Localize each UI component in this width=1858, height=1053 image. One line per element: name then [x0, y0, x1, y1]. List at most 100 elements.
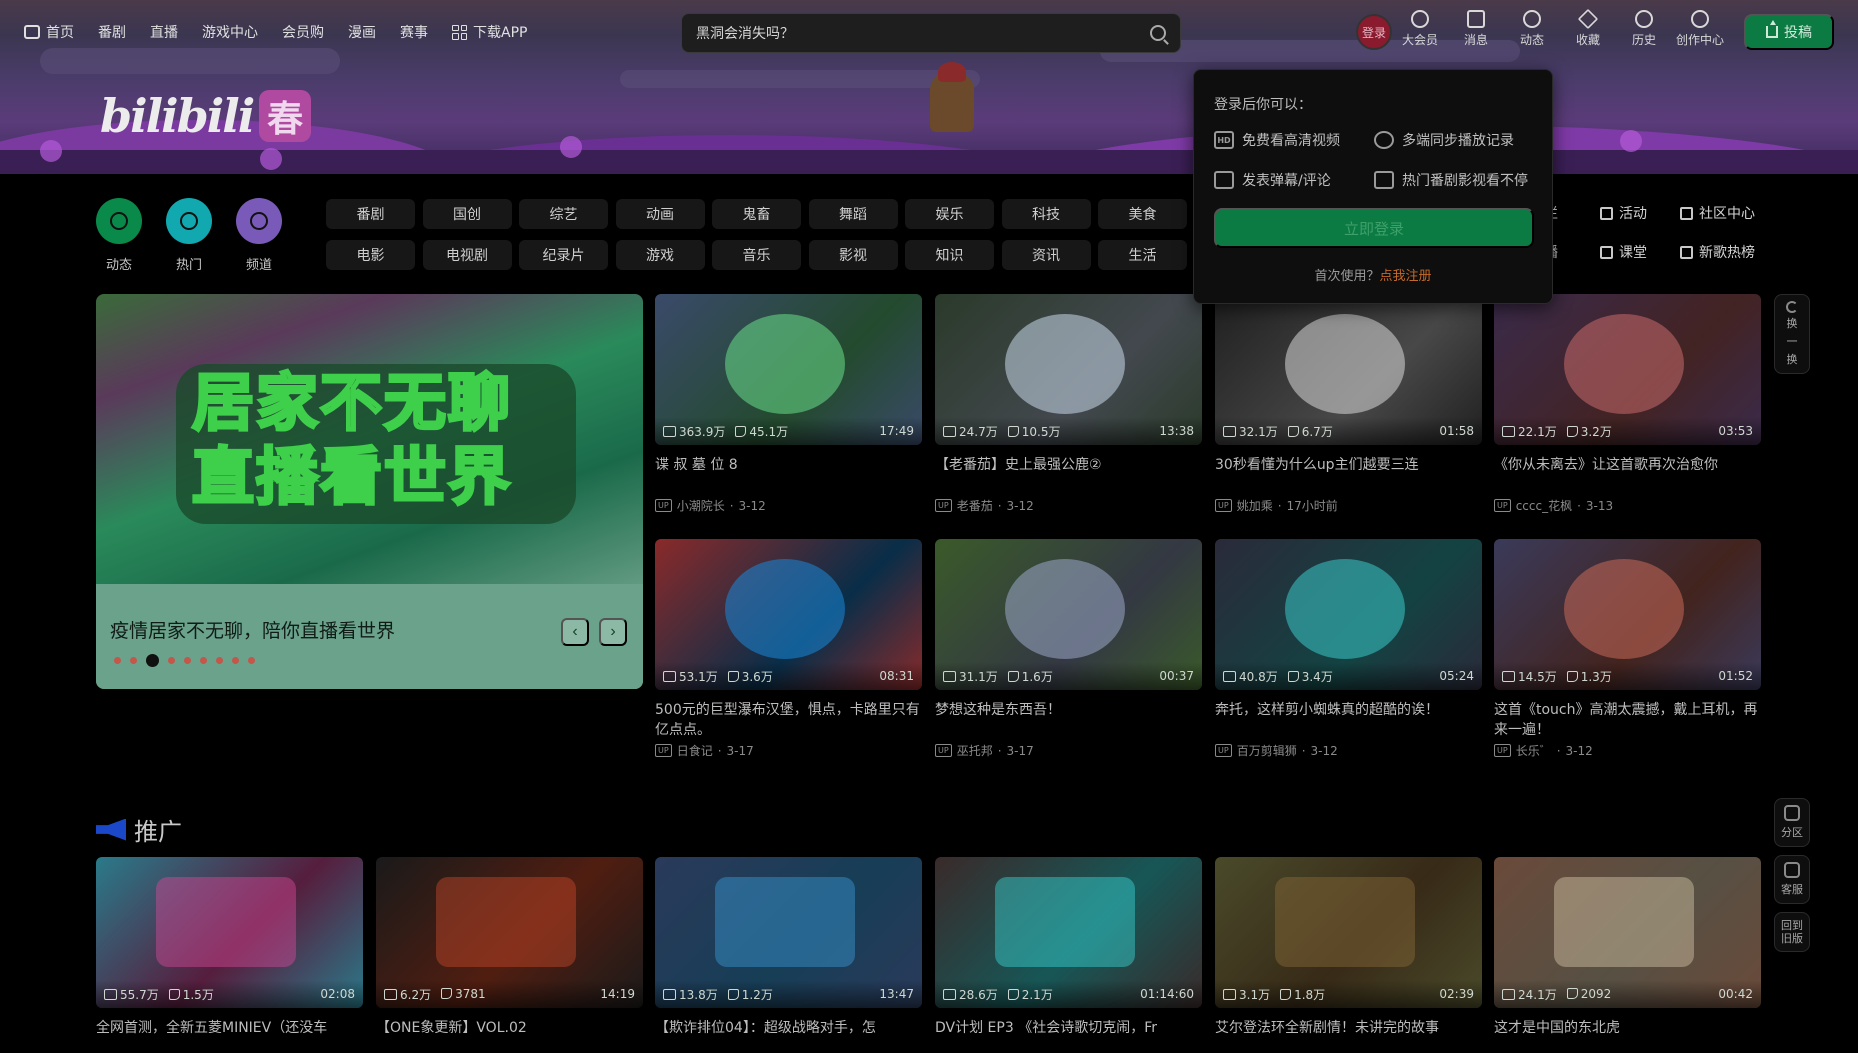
chip-category[interactable]: 番剧	[326, 199, 415, 229]
carousel-next-button[interactable]: ›	[599, 618, 627, 646]
video-card[interactable]: 363.9万 45.1万 17:49 谍 叔 墓 位 8 UP 小潮院长 · 3-12	[655, 294, 922, 514]
video-uploader[interactable]: UP 百万剪辑狮 · 3-12	[1215, 742, 1482, 759]
bilibili-logo[interactable]: bilibili 春	[100, 88, 312, 144]
quick-dynamic[interactable]: 动态	[96, 198, 142, 273]
video-title[interactable]: 谍 叔 墓 位 8	[655, 455, 922, 495]
carousel-dot[interactable]	[184, 657, 191, 664]
chip-category[interactable]: 美食	[1098, 199, 1187, 229]
video-thumbnail[interactable]: 24.7万 10.5万 13:38	[935, 294, 1202, 445]
refresh-button[interactable]: 换 一 换	[1774, 294, 1810, 374]
video-title[interactable]: 奔托，这样剪小蜘蛛真的超酷的诶！	[1215, 700, 1482, 740]
quick-hot[interactable]: 热门	[166, 198, 212, 273]
carousel-dot[interactable]	[146, 654, 159, 667]
video-title[interactable]: 500元的巨型瀑布汉堡，惧点，卡路里只有亿点点。	[655, 700, 922, 740]
chip-category[interactable]: 电视剧	[422, 240, 512, 270]
video-title[interactable]: 全网首测，全新五菱MINIEV（还没车	[96, 1018, 363, 1038]
carousel-dot[interactable]	[114, 657, 121, 664]
nav-vip[interactable]: 大会员	[1400, 10, 1440, 48]
link-activity[interactable]: 活动	[1600, 203, 1680, 223]
search-icon[interactable]	[1150, 25, 1166, 41]
link-hot-songs[interactable]: 新歌热榜	[1680, 242, 1790, 262]
chip-category[interactable]: 生活	[1098, 240, 1187, 270]
video-card[interactable]: 6.2万 3781 14:19 【ONE象更新】VOL.02	[376, 857, 643, 1038]
search-input[interactable]	[696, 23, 1126, 45]
video-title[interactable]: 30秒看懂为什么up主们越要三连	[1215, 455, 1482, 495]
video-thumbnail[interactable]: 14.5万 1.3万 01:52	[1494, 539, 1761, 690]
chip-category[interactable]: 影视	[808, 240, 898, 270]
video-uploader[interactable]: UP 老番茄 · 3-12	[935, 497, 1202, 514]
nav-messages[interactable]: 消息	[1456, 10, 1496, 48]
video-card[interactable]: 55.7万 1.5万 02:08 全网首测，全新五菱MINIEV（还没车	[96, 857, 363, 1038]
old-version-button[interactable]: 回到旧版	[1774, 912, 1810, 952]
video-card[interactable]: 24.7万 10.5万 13:38 【老番茄】史上最强公鹿② UP 老番茄 · 3-1…	[935, 294, 1202, 514]
video-card[interactable]: 3.1万 1.8万 02:39 艾尔登法环全新剧情！未讲完的故事	[1215, 857, 1482, 1038]
nav-dynamic[interactable]: 动态	[1512, 10, 1552, 48]
carousel-dot[interactable]	[232, 657, 239, 664]
video-card[interactable]: 28.6万 2.1万 01:14:60 DV计划 EP3 《社会诗歌切克闹，Fr	[935, 857, 1202, 1038]
nav-download-app[interactable]: 下载APP	[452, 22, 527, 42]
chip-category[interactable]: 娱乐	[905, 199, 994, 229]
video-title[interactable]: 这才是中国的东北虎	[1494, 1018, 1761, 1038]
video-card[interactable]: 53.1万 3.6万 08:31 500元的巨型瀑布汉堡，惧点，卡路里只有亿点点…	[655, 539, 922, 759]
carousel-dot[interactable]	[248, 657, 255, 664]
video-thumbnail[interactable]: 31.1万 1.6万 00:37	[935, 539, 1202, 690]
chip-category[interactable]: 电影	[326, 240, 415, 270]
chip-category[interactable]: 科技	[1001, 199, 1091, 229]
video-thumbnail[interactable]: 3.1万 1.8万 02:39	[1215, 857, 1482, 1008]
video-title[interactable]: 梦想这种是东西吾！	[935, 700, 1202, 740]
video-title[interactable]: 《你从未离去》让这首歌再次治愈你	[1494, 455, 1761, 495]
register-link[interactable]: 点我注册	[1380, 269, 1432, 284]
video-card[interactable]: 14.5万 1.3万 01:52 这首《touch》高潮太震撼，戴上耳机，再来一…	[1494, 539, 1761, 759]
nav-history[interactable]: 历史	[1624, 10, 1664, 48]
video-uploader[interactable]: UP 姚加乘 · 17小时前	[1215, 497, 1482, 514]
video-uploader[interactable]: UP 长乐゛ · 3-12	[1494, 742, 1761, 759]
carousel-caption[interactable]: 疫情居家不无聊，陪你直播看世界	[110, 616, 395, 643]
nav-favorites[interactable]: 收藏	[1568, 8, 1608, 48]
video-uploader[interactable]: UP cccc_花枫 · 3-13	[1494, 497, 1761, 514]
video-card[interactable]: 24.1万 2092 00:42 这才是中国的东北虎	[1494, 857, 1761, 1038]
video-uploader[interactable]: UP 小潮院长 · 3-12	[655, 497, 922, 514]
nav-creator-center[interactable]: 创作中心	[1676, 10, 1724, 48]
chip-category[interactable]: 动画	[615, 199, 705, 229]
video-title[interactable]: 【老番茄】史上最强公鹿②	[935, 455, 1202, 495]
hero-carousel[interactable]: 居家不无聊 直播看世界 疫情居家不无聊，陪你直播看世界 ‹ ›	[96, 294, 643, 689]
chip-category[interactable]: 鬼畜	[712, 199, 801, 229]
video-title[interactable]: 【ONE象更新】VOL.02	[376, 1018, 643, 1038]
video-card[interactable]: 13.8万 1.2万 13:47 【欺诈排位04】：超级战略对手，怎	[655, 857, 922, 1038]
chip-category[interactable]: 资讯	[1001, 240, 1091, 270]
nav-manga[interactable]: 漫画	[348, 22, 376, 42]
chip-category[interactable]: 舞蹈	[808, 199, 898, 229]
carousel-dot[interactable]	[168, 657, 175, 664]
upload-button[interactable]: 投稿	[1744, 14, 1834, 50]
video-thumbnail[interactable]: 32.1万 6.7万 01:58	[1215, 294, 1482, 445]
chip-category[interactable]: 纪录片	[519, 240, 608, 270]
link-community[interactable]: 社区中心	[1680, 203, 1790, 223]
video-title[interactable]: DV计划 EP3 《社会诗歌切克闹，Fr	[935, 1018, 1202, 1038]
video-thumbnail[interactable]: 22.1万 3.2万 03:53	[1494, 294, 1761, 445]
carousel-dot[interactable]	[200, 657, 207, 664]
video-uploader[interactable]: UP 巫托邦 · 3-17	[935, 742, 1202, 759]
nav-live[interactable]: 直播	[150, 22, 178, 42]
nav-home[interactable]: 首页	[24, 22, 74, 42]
carousel-dot[interactable]	[216, 657, 223, 664]
video-title[interactable]: 这首《touch》高潮太震撼，戴上耳机，再来一遍！	[1494, 700, 1761, 740]
zone-button[interactable]: 分区	[1774, 798, 1810, 847]
video-thumbnail[interactable]: 24.1万 2092 00:42	[1494, 857, 1761, 1008]
video-thumbnail[interactable]: 363.9万 45.1万 17:49	[655, 294, 922, 445]
carousel-prev-button[interactable]: ‹	[561, 618, 589, 646]
chip-category[interactable]: 音乐	[712, 240, 801, 270]
video-thumbnail[interactable]: 40.8万 3.4万 05:24	[1215, 539, 1482, 690]
chip-category[interactable]: 综艺	[519, 199, 608, 229]
video-thumbnail[interactable]: 13.8万 1.2万 13:47	[655, 857, 922, 1008]
video-uploader[interactable]: UP 日食记 · 3-17	[655, 742, 922, 759]
login-now-button[interactable]: 立即登录	[1214, 208, 1534, 248]
video-thumbnail[interactable]: 53.1万 3.6万 08:31	[655, 539, 922, 690]
video-thumbnail[interactable]: 55.7万 1.5万 02:08	[96, 857, 363, 1008]
quick-channel[interactable]: 频道	[236, 198, 282, 273]
link-classroom[interactable]: 课堂	[1600, 242, 1680, 262]
video-title[interactable]: 【欺诈排位04】：超级战略对手，怎	[655, 1018, 922, 1038]
nav-game-center[interactable]: 游戏中心	[202, 22, 258, 42]
chip-category[interactable]: 游戏	[615, 240, 705, 270]
customer-service-button[interactable]: 客服	[1774, 855, 1810, 904]
carousel-dot[interactable]	[130, 657, 137, 664]
